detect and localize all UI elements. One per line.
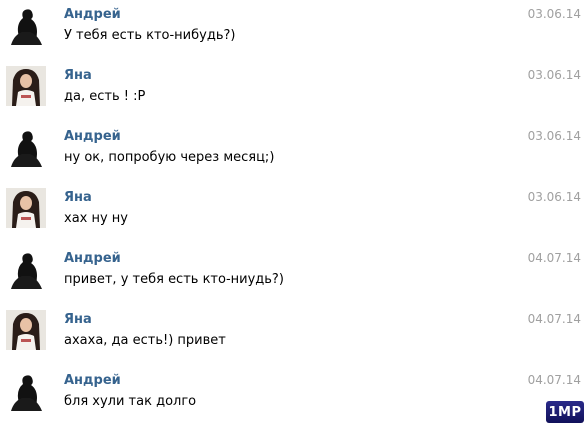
avatar-girl-image	[6, 66, 46, 106]
message-text: ахаха, да есть!) привет	[64, 333, 226, 348]
watermark-logo: 1MP	[546, 401, 584, 423]
avatar-silhouette-image	[6, 249, 46, 289]
message-text: бля хули так долго	[64, 394, 197, 409]
message-item: Яна да, есть ! :P 03.06.14	[0, 61, 586, 119]
message-author[interactable]: Андрей	[64, 129, 121, 144]
message-date: 03.06.14	[527, 68, 581, 82]
message-date: 04.07.14	[527, 373, 581, 387]
message-author[interactable]: Андрей	[64, 251, 121, 266]
avatar-yana[interactable]	[6, 310, 46, 350]
message-text: ну ок, попробую через месяц;)	[64, 150, 275, 165]
avatar-girl-image	[6, 310, 46, 350]
message-date: 04.07.14	[527, 312, 581, 326]
avatar-silhouette-image	[6, 371, 46, 411]
message-item: Яна хах ну ну 03.06.14	[0, 183, 586, 241]
message-text: привет, у тебя есть кто-ниудь?)	[64, 272, 284, 287]
message-date: 03.06.14	[527, 129, 581, 143]
message-author[interactable]: Яна	[64, 312, 92, 327]
message-text: У тебя есть кто-нибудь?)	[64, 28, 236, 43]
avatar-andrey[interactable]	[6, 127, 46, 167]
message-item: Андрей ну ок, попробую через месяц;) 03.…	[0, 122, 586, 180]
message-item: Андрей привет, у тебя есть кто-ниудь?) 0…	[0, 244, 586, 302]
avatar-silhouette-image	[6, 5, 46, 45]
message-date: 04.07.14	[527, 251, 581, 265]
avatar-silhouette-image	[6, 127, 46, 167]
message-date: 03.06.14	[527, 190, 581, 204]
avatar-yana[interactable]	[6, 188, 46, 228]
message-author[interactable]: Яна	[64, 190, 92, 205]
message-date: 03.06.14	[527, 7, 581, 21]
avatar-andrey[interactable]	[6, 5, 46, 45]
avatar-girl-image	[6, 188, 46, 228]
message-item: Андрей бля хули так долго 04.07.14	[0, 366, 586, 424]
message-author[interactable]: Андрей	[64, 373, 121, 388]
watermark-text: 1MP	[548, 404, 582, 420]
message-text: да, есть ! :P	[64, 89, 146, 104]
avatar-andrey[interactable]	[6, 249, 46, 289]
message-author[interactable]: Андрей	[64, 7, 121, 22]
avatar-andrey[interactable]	[6, 371, 46, 411]
message-author[interactable]: Яна	[64, 68, 92, 83]
message-item: Яна ахаха, да есть!) привет 04.07.14	[0, 305, 586, 363]
message-text: хах ну ну	[64, 211, 129, 226]
avatar-yana[interactable]	[6, 66, 46, 106]
message-item: Андрей У тебя есть кто-нибудь?) 03.06.14	[0, 0, 586, 58]
